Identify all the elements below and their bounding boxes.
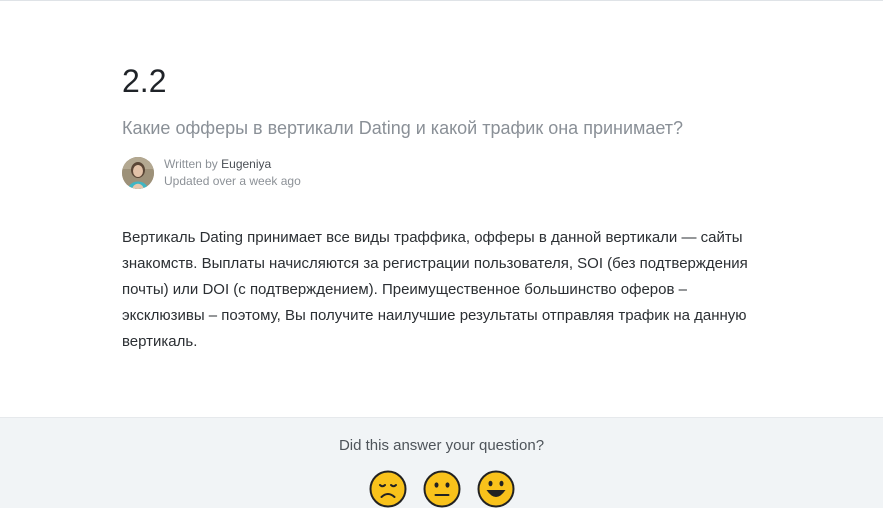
neutral-face-icon <box>423 470 460 508</box>
smiley-reaction-button[interactable] <box>477 470 515 508</box>
top-divider <box>0 0 883 1</box>
written-by-line: Written by Eugeniya <box>164 156 301 173</box>
article: 2.2 Какие офферы в вертикали Dating и ка… <box>122 60 762 355</box>
written-by-label: Written by <box>164 157 222 171</box>
avatar <box>122 157 154 189</box>
author-meta: Written by Eugeniya Updated over a week … <box>164 156 301 190</box>
smiley-face-icon <box>477 470 514 508</box>
neutral-reaction-button[interactable] <box>423 470 461 508</box>
disappointed-face-icon <box>369 470 406 508</box>
article-page: 2.2 Какие офферы в вертикали Dating и ка… <box>0 0 883 508</box>
author-name: Eugeniya <box>221 157 272 171</box>
avatar-photo-icon <box>122 157 154 189</box>
feedback-section: Did this answer your question? <box>0 417 883 508</box>
article-title: 2.2 <box>122 63 167 99</box>
author-block: Written by Eugeniya Updated over a week … <box>122 155 762 191</box>
feedback-question: Did this answer your question? <box>338 437 545 454</box>
article-subtitle: Какие офферы в вертикали Dating и какой … <box>122 118 684 138</box>
reaction-group <box>0 470 883 508</box>
disappointed-reaction-button[interactable] <box>369 470 407 508</box>
article-body: Вертикаль Dating принимает все виды траф… <box>122 229 748 350</box>
updated-time: Updated over a week ago <box>164 174 301 188</box>
